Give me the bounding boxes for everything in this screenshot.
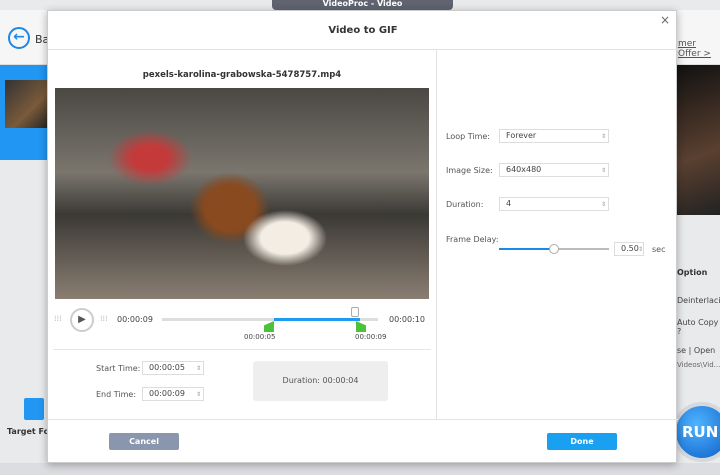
image-size-select[interactable]: 640x480 ⇕ xyxy=(499,163,609,177)
divider xyxy=(48,49,678,50)
done-button[interactable]: Done xyxy=(547,433,617,450)
video-preview xyxy=(55,88,429,299)
divider xyxy=(48,419,678,420)
video-thumbnail[interactable] xyxy=(5,80,50,128)
image-size-label: Image Size: xyxy=(446,166,493,175)
current-time: 00:00:09 xyxy=(117,315,153,324)
image-size-value: 640x480 xyxy=(506,165,542,174)
video-to-gif-dialog: Video to GIF × pexels-karolina-grabowska… xyxy=(47,10,678,463)
close-icon[interactable]: × xyxy=(660,13,670,27)
grip-icon: ⁞⁞⁞ xyxy=(54,314,62,323)
frame-delay-label: Frame Delay: xyxy=(446,235,499,244)
play-icon: ▶ xyxy=(78,314,86,325)
loop-time-label: Loop Time: xyxy=(446,132,490,141)
offer-link[interactable]: mer Offer > xyxy=(678,39,720,59)
frame-delay-slider-knob[interactable] xyxy=(549,244,559,254)
start-marker-time: 00:00:05 xyxy=(244,333,276,341)
frame-delay-input[interactable]: 0.50 ⇕ xyxy=(614,242,644,256)
bottom-bar xyxy=(0,463,720,475)
preview-area xyxy=(677,65,720,215)
start-handle[interactable] xyxy=(264,321,274,332)
timeline-selection xyxy=(274,318,360,321)
duration-display: Duration: 00:00:04 xyxy=(253,361,388,401)
start-time-input[interactable]: 00:00:05 ⇕ xyxy=(142,361,204,375)
output-path: Videos\Vid... xyxy=(677,361,720,369)
grip-icon: ⁞⁞⁞ xyxy=(100,314,108,323)
target-format-icon[interactable] xyxy=(24,398,44,420)
duration-value: 4 xyxy=(506,199,512,208)
browse-label[interactable]: se xyxy=(677,346,686,355)
frame-delay-value: 0.50 xyxy=(621,244,639,253)
frame-delay-slider-fill xyxy=(499,248,554,250)
end-time-label: End Time: xyxy=(96,390,137,399)
end-marker-time: 00:00:09 xyxy=(355,333,387,341)
loop-time-value: Forever xyxy=(506,131,537,140)
cancel-button[interactable]: Cancel xyxy=(109,433,179,450)
playhead[interactable] xyxy=(351,307,359,317)
open-button[interactable]: Open xyxy=(694,346,715,355)
spinner-icon[interactable]: ⇕ xyxy=(638,244,643,256)
spinner-icon[interactable]: ⇕ xyxy=(196,363,201,375)
select-arrows-icon: ⇕ xyxy=(600,167,606,174)
duration-label: Duration: xyxy=(446,200,484,209)
end-time-input[interactable]: 00:00:09 ⇕ xyxy=(142,387,204,401)
spinner-icon[interactable]: ⇕ xyxy=(196,389,201,401)
select-arrows-icon: ⇕ xyxy=(600,133,606,140)
deinterlacing-option[interactable]: Deinterlacing xyxy=(677,296,720,305)
dialog-title: Video to GIF xyxy=(328,25,398,36)
spinner-icon[interactable]: ⇕ xyxy=(601,199,606,211)
divider xyxy=(436,50,437,420)
file-name: pexels-karolina-grabowska-5478757.mp4 xyxy=(142,70,342,80)
divider xyxy=(53,349,431,350)
auto-copy-option[interactable]: Auto Copy ? xyxy=(677,318,720,336)
run-button[interactable]: RUN xyxy=(672,402,720,462)
play-button[interactable]: ▶ xyxy=(70,308,94,332)
end-handle[interactable] xyxy=(356,321,366,332)
option-tab[interactable]: Option xyxy=(677,268,707,277)
back-icon[interactable]: ← xyxy=(8,27,30,49)
start-time-label: Start Time: xyxy=(96,364,141,373)
browse-button[interactable]: se | Open xyxy=(677,346,715,355)
end-time-value: 00:00:09 xyxy=(149,389,185,398)
duration-input[interactable]: 4 ⇕ xyxy=(499,197,609,211)
loop-time-select[interactable]: Forever ⇕ xyxy=(499,129,609,143)
total-time: 00:00:10 xyxy=(389,315,425,324)
frame-delay-unit: sec xyxy=(652,245,666,254)
app-title: VideoProc - Video xyxy=(272,0,453,10)
start-time-value: 00:00:05 xyxy=(149,363,185,372)
